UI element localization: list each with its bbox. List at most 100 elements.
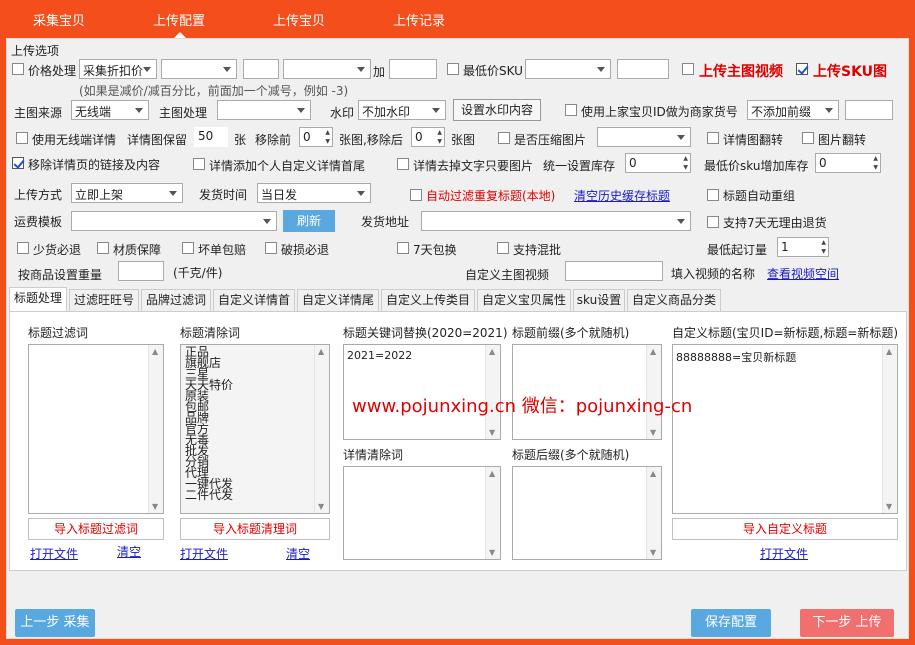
scrollbar[interactable] bbox=[148, 345, 163, 513]
stock-spinner[interactable]: 0 bbox=[625, 153, 691, 173]
import-filter-words-button[interactable]: 导入标题过滤词 bbox=[28, 518, 164, 540]
check-7day-exchange-checkbox[interactable] bbox=[397, 242, 409, 254]
min-sku-checkbox[interactable] bbox=[447, 63, 459, 75]
price-mode-select[interactable]: 采集折扣价 bbox=[79, 59, 157, 79]
open-file-link-3[interactable]: 打开文件 bbox=[760, 545, 808, 562]
text-only-image-checkbox[interactable] bbox=[397, 158, 409, 170]
suffix-textarea[interactable] bbox=[512, 466, 662, 560]
tab-upload-config[interactable]: 上传配置 bbox=[134, 10, 224, 38]
main-video-checkbox[interactable] bbox=[682, 63, 694, 75]
upload-mode-select[interactable]: 立即上架 bbox=[71, 183, 183, 203]
tab-upload-items[interactable]: 上传宝贝 bbox=[254, 10, 344, 29]
refresh-button[interactable]: 刷新 bbox=[283, 210, 335, 232]
compress-select[interactable] bbox=[597, 127, 691, 147]
min-order-spinner[interactable]: 1 bbox=[777, 237, 829, 257]
tab-custom-product-category[interactable]: 自定义商品分类 bbox=[627, 289, 721, 311]
seven-day-return-checkbox[interactable] bbox=[707, 216, 719, 228]
video-name-input[interactable] bbox=[565, 261, 663, 281]
remove-back-spinner[interactable]: 0 bbox=[411, 127, 445, 147]
check-bad-order-checkbox[interactable] bbox=[182, 242, 194, 254]
tab-custom-detail-head[interactable]: 自定义详情首 bbox=[213, 289, 295, 311]
import-clear-words-button[interactable]: 导入标题清理词 bbox=[180, 518, 330, 540]
open-file-link-1[interactable]: 打开文件 bbox=[30, 545, 78, 562]
merchant-id-label: 使用上家宝贝ID做为商家货号 bbox=[581, 105, 738, 119]
check-bad-order-label: 坏单包赔 bbox=[198, 243, 247, 257]
detail-flip-checkbox[interactable] bbox=[707, 132, 719, 144]
custom-tail-checkbox[interactable] bbox=[193, 158, 205, 170]
min-sku-stock-spinner[interactable]: 0 bbox=[815, 153, 881, 173]
detail-keep-input[interactable]: 50 bbox=[194, 127, 228, 147]
title-regroup-checkbox[interactable] bbox=[707, 189, 719, 201]
plus-value-input[interactable] bbox=[389, 59, 437, 79]
weight-input[interactable] bbox=[118, 261, 164, 281]
upload-mode-label: 上传方式 bbox=[14, 188, 63, 202]
detail-clear-textarea[interactable] bbox=[343, 466, 501, 560]
custom-tail-label: 详情添加个人自定义详情首尾 bbox=[209, 159, 366, 173]
open-file-link-2[interactable]: 打开文件 bbox=[180, 545, 228, 562]
freight-select[interactable] bbox=[71, 211, 277, 231]
clear-cache-link[interactable]: 清空历史缓存标题 bbox=[574, 187, 670, 204]
image-flip-checkbox[interactable] bbox=[802, 132, 814, 144]
view-video-space-link[interactable]: 查看视频空间 bbox=[767, 265, 839, 282]
ship-addr-select[interactable] bbox=[421, 211, 691, 231]
tab-custom-attributes[interactable]: 自定义宝贝属性 bbox=[477, 289, 571, 311]
wireless-detail-checkbox[interactable] bbox=[16, 132, 28, 144]
price-op-select[interactable] bbox=[161, 59, 237, 79]
min-order-label: 最低起订量 bbox=[707, 243, 768, 257]
prefix-select[interactable]: 不添加前缀 bbox=[747, 100, 839, 120]
min-sku-select[interactable] bbox=[525, 59, 611, 79]
custom-title-textarea[interactable]: 88888888=宝贝新标题 bbox=[672, 344, 898, 514]
check-mixed-batch-checkbox[interactable] bbox=[497, 242, 509, 254]
clear-link-2[interactable]: 清空 bbox=[286, 545, 310, 562]
next-step-button[interactable]: 下一步 上传 bbox=[800, 609, 894, 637]
scrollbar[interactable] bbox=[485, 467, 500, 559]
tab-collect[interactable]: 采集宝贝 bbox=[14, 10, 104, 29]
check-damage-checkbox[interactable] bbox=[265, 242, 277, 254]
remove-links-checkbox[interactable] bbox=[12, 157, 24, 169]
ship-time-select[interactable]: 当日发 bbox=[257, 183, 371, 203]
text-only-image-label: 详情去掉文字只要图片 bbox=[413, 159, 534, 173]
price-unit-select[interactable] bbox=[283, 59, 371, 79]
merchant-id-checkbox[interactable] bbox=[565, 104, 577, 116]
prev-step-button[interactable]: 上一步 采集 bbox=[15, 609, 95, 637]
clear-link-1[interactable]: 清空 bbox=[117, 543, 141, 560]
save-config-button[interactable]: 保存配置 bbox=[691, 609, 771, 637]
check-material-checkbox[interactable] bbox=[97, 242, 109, 254]
scrollbar[interactable] bbox=[646, 467, 661, 559]
check-shortage-checkbox[interactable] bbox=[17, 242, 29, 254]
tab-sku-settings[interactable]: sku设置 bbox=[573, 289, 625, 311]
detail-keep-label: 详情图保留 bbox=[127, 133, 188, 147]
tab-filter-wangwang[interactable]: 过滤旺旺号 bbox=[69, 289, 139, 311]
tab-custom-category[interactable]: 自定义上传类目 bbox=[381, 289, 475, 311]
price-value-input[interactable] bbox=[243, 59, 279, 79]
watermark-settings-button[interactable]: 设置水印内容 bbox=[453, 99, 541, 121]
compress-checkbox[interactable] bbox=[498, 132, 510, 144]
remove-front-spinner[interactable]: 0 bbox=[299, 127, 333, 147]
min-sku-stock-label: 最低价sku增加库存 bbox=[704, 159, 809, 173]
main-src-select[interactable]: 无线端 bbox=[71, 100, 149, 120]
replace-label: 标题关键词替换(2020=2021) bbox=[343, 326, 508, 340]
zhang-label: 张 bbox=[234, 133, 247, 147]
prefix-label: 标题前缀(多个就随机) bbox=[512, 326, 630, 340]
tab-custom-detail-tail[interactable]: 自定义详情尾 bbox=[297, 289, 379, 311]
tab-upload-log[interactable]: 上传记录 bbox=[374, 10, 464, 29]
stock-label: 统一设置库存 bbox=[543, 159, 616, 173]
min-sku-input[interactable] bbox=[617, 59, 669, 79]
scrollbar[interactable] bbox=[314, 345, 329, 513]
filter-words-label: 标题过滤词 bbox=[28, 326, 89, 340]
check-shortage-label: 少货必退 bbox=[33, 243, 82, 257]
tab-title-process[interactable]: 标题处理 bbox=[9, 287, 67, 311]
auto-filter-dup-checkbox[interactable] bbox=[410, 189, 422, 201]
tab-brand-filter[interactable]: 品牌过滤词 bbox=[141, 289, 211, 311]
price-checkbox[interactable] bbox=[12, 63, 24, 75]
filter-words-textarea[interactable] bbox=[28, 344, 164, 514]
remove-front-label: 移除前 bbox=[255, 133, 292, 147]
watermark-select[interactable]: 不加水印 bbox=[358, 100, 446, 120]
main-proc-select[interactable] bbox=[217, 100, 311, 120]
prefix-input[interactable] bbox=[845, 100, 893, 120]
import-custom-title-button[interactable]: 导入自定义标题 bbox=[672, 518, 898, 540]
sku-image-checkbox[interactable] bbox=[796, 63, 808, 75]
scrollbar[interactable] bbox=[882, 345, 897, 513]
suffix-label: 标题后缀(多个就随机) bbox=[512, 448, 630, 462]
clear-words-textarea[interactable]: 正品 旗舰店 三星 天天特价 原装 包邮 品牌 官方 无毒 批发 分销 代理 一键代发 二件代发 bbox=[180, 344, 330, 514]
